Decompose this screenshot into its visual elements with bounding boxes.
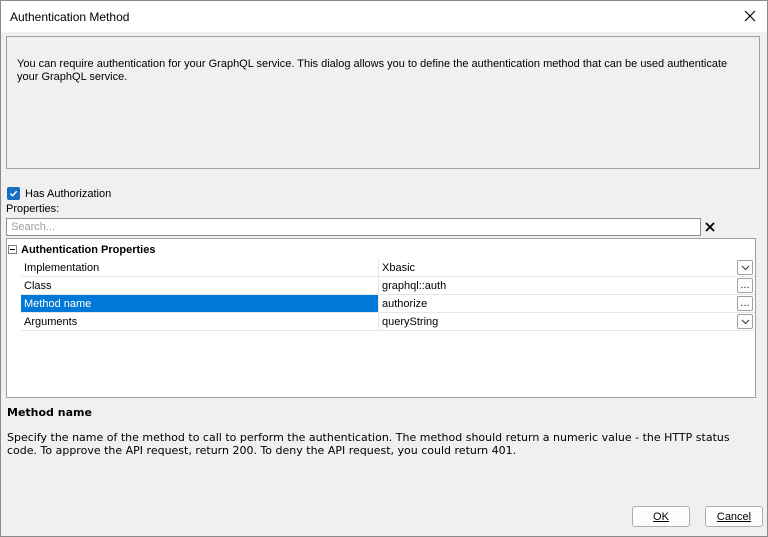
property-name[interactable]: Implementation [21,259,379,276]
ellipsis-button[interactable]: … [737,296,753,311]
property-row-class[interactable]: Class graphql::auth … [21,277,755,295]
checkbox-checked-icon[interactable] [7,187,20,200]
property-value[interactable]: authorize [382,298,427,310]
intro-text: You can require authentication for your … [17,58,728,83]
title-bar: Authentication Method [1,1,767,32]
dropdown-button[interactable] [737,260,753,275]
properties-search-input[interactable] [6,218,701,236]
authentication-method-dialog: Authentication Method You can require au… [0,0,768,537]
close-icon[interactable] [741,7,759,25]
intro-panel: You can require authentication for your … [6,36,760,169]
ellipsis-icon: … [740,279,750,291]
clear-search-icon[interactable] [704,221,716,233]
property-value[interactable]: queryString [382,316,438,328]
window-title: Authentication Method [10,10,130,24]
has-authorization-label: Has Authorization [25,187,112,200]
property-row-implementation[interactable]: Implementation Xbasic [21,259,755,277]
has-authorization-checkbox[interactable]: Has Authorization [7,187,111,200]
help-text: Specify the name of the method to call t… [7,431,730,457]
dropdown-button[interactable] [737,314,753,329]
chevron-down-icon [741,319,749,324]
properties-label: Properties: [6,203,60,215]
ok-button[interactable]: OK [632,506,690,527]
property-name[interactable]: Method name [21,295,379,312]
property-row-arguments[interactable]: Arguments queryString [21,313,755,331]
property-grid: Authentication Properties Implementation… [6,238,756,398]
help-title: Method name [7,406,92,419]
collapse-icon[interactable] [8,245,17,254]
property-name[interactable]: Arguments [21,313,379,330]
ellipsis-button[interactable]: … [737,278,753,293]
property-group-title: Authentication Properties [21,244,156,256]
property-value[interactable]: graphql::auth [382,280,446,292]
property-value[interactable]: Xbasic [382,262,415,274]
chevron-down-icon [741,265,749,270]
cancel-button[interactable]: Cancel [705,506,763,527]
property-row-method-name[interactable]: Method name authorize … [21,295,755,313]
property-name[interactable]: Class [21,277,379,294]
property-group-header[interactable]: Authentication Properties [7,241,755,258]
ellipsis-icon: … [740,297,750,309]
